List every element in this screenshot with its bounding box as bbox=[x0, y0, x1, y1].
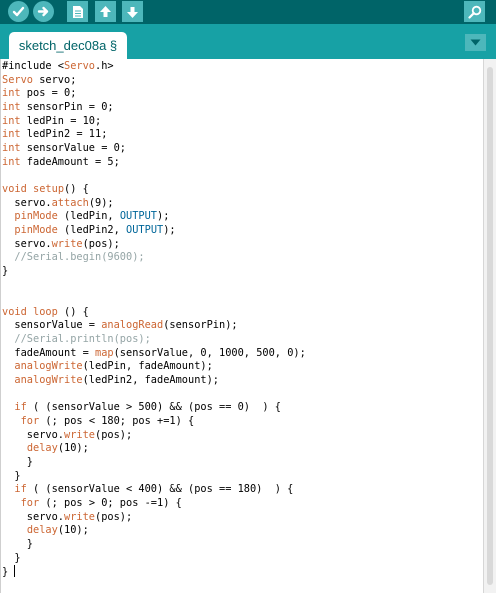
code-line: int sensorValue = 0; bbox=[2, 141, 126, 154]
code-line: int sensorPin = 0; bbox=[2, 100, 114, 113]
arrow-right-icon bbox=[37, 6, 49, 17]
code-line: //Serial.begin(9600); bbox=[14, 251, 145, 264]
code-line: int fadeAmount = 5; bbox=[2, 155, 120, 168]
code-line: void loop () { bbox=[2, 305, 89, 318]
code-line: for (; pos > 0; pos -=1) { bbox=[20, 497, 182, 509]
code-line: fadeAmount = map(sensorValue, 0, 1000, 5… bbox=[2, 346, 306, 359]
code-line: //Serial.println(pos); bbox=[14, 333, 151, 346]
new-file-icon bbox=[72, 5, 83, 18]
code-line: } bbox=[2, 551, 21, 564]
code-editor[interactable]: #include <Servo.h> Servo servo; int pos … bbox=[0, 59, 484, 593]
vertical-scrollbar[interactable] bbox=[483, 59, 496, 593]
code-line: servo.write(pos); bbox=[2, 428, 133, 441]
arrow-down-icon bbox=[127, 6, 138, 18]
open-button[interactable] bbox=[95, 1, 116, 22]
code-line: pinMode (ledPin2, OUTPUT); bbox=[14, 223, 176, 236]
tab-bar: sketch_dec08a § bbox=[0, 24, 496, 59]
code-line: servo.write(pos); bbox=[2, 237, 120, 250]
code-line: if ( (sensorValue > 500) && (pos == 0) )… bbox=[14, 401, 281, 414]
verify-button[interactable] bbox=[8, 1, 29, 22]
code-line: sensorValue = analogRead(sensorPin); bbox=[2, 319, 238, 332]
text-caret bbox=[14, 565, 16, 578]
checkmark-icon bbox=[12, 6, 25, 17]
code-line: void setup() { bbox=[2, 182, 89, 195]
new-button[interactable] bbox=[67, 1, 88, 22]
code-line: analogWrite(ledPin2, fadeAmount); bbox=[14, 374, 219, 387]
code-line: for (; pos < 180; pos +=1) { bbox=[20, 415, 195, 428]
triangle-down-icon bbox=[470, 39, 481, 46]
code-line: } bbox=[2, 264, 9, 277]
code-line: pinMode (ledPin, OUTPUT); bbox=[14, 210, 170, 223]
code-line: delay(10); bbox=[26, 442, 89, 455]
code-line: } bbox=[2, 566, 9, 579]
tab-sketch[interactable]: sketch_dec08a § bbox=[9, 32, 127, 59]
code-line: if ( (sensorValue < 400) && (pos == 180)… bbox=[14, 483, 294, 496]
save-button[interactable] bbox=[122, 1, 143, 22]
code-line: } bbox=[2, 469, 21, 482]
tab-menu-button[interactable] bbox=[465, 34, 486, 51]
arrow-up-icon bbox=[100, 5, 111, 17]
code-line: int pos = 0; bbox=[2, 87, 77, 100]
magnifier-icon bbox=[467, 5, 481, 19]
code-line: analogWrite(ledPin, fadeAmount); bbox=[14, 360, 213, 373]
toolbar bbox=[0, 0, 496, 24]
code-line: Servo servo; bbox=[2, 73, 77, 86]
code-text[interactable]: #include <Servo.h> Servo servo; int pos … bbox=[2, 60, 306, 580]
code-line: } bbox=[2, 537, 33, 550]
tab-label: sketch_dec08a § bbox=[18, 38, 118, 53]
code-line: #include <Servo.h> bbox=[2, 60, 114, 72]
code-line: delay(10); bbox=[26, 524, 89, 537]
code-line: int ledPin = 10; bbox=[2, 114, 102, 127]
upload-button[interactable] bbox=[33, 1, 54, 22]
code-line: servo.write(pos); bbox=[2, 510, 133, 523]
code-line: servo.attach(9); bbox=[2, 196, 114, 209]
code-line: int ledPin2 = 11; bbox=[2, 128, 108, 141]
scrollbar-thumb[interactable] bbox=[487, 67, 493, 585]
serial-monitor-button[interactable] bbox=[464, 1, 485, 22]
code-line: } bbox=[2, 456, 33, 469]
